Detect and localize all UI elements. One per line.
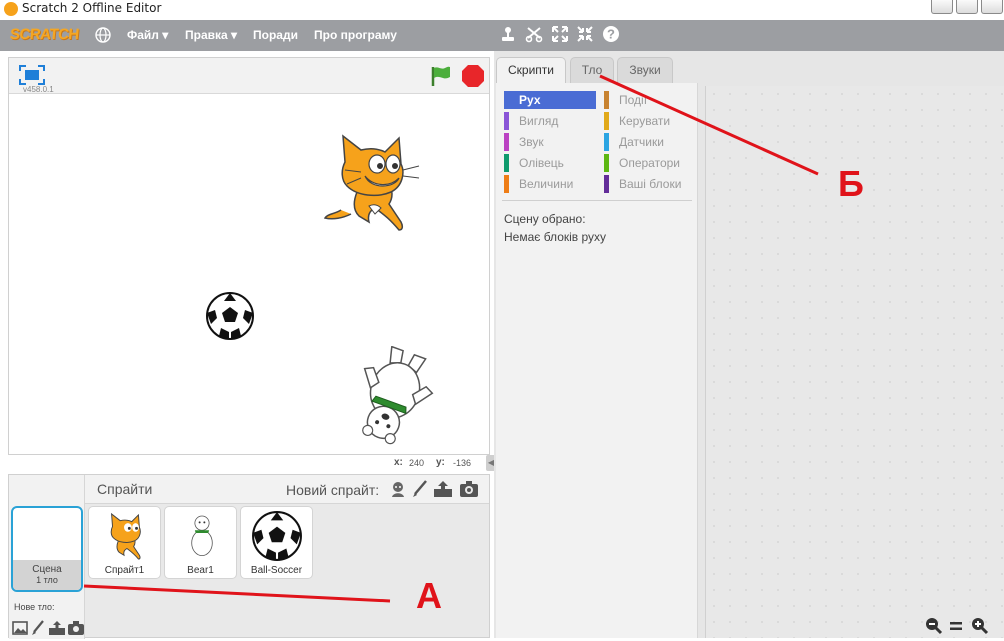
annotation-label-a: А [416,575,442,616]
annotation-lines [83,74,819,603]
annotation-label-b: Б [838,163,864,204]
